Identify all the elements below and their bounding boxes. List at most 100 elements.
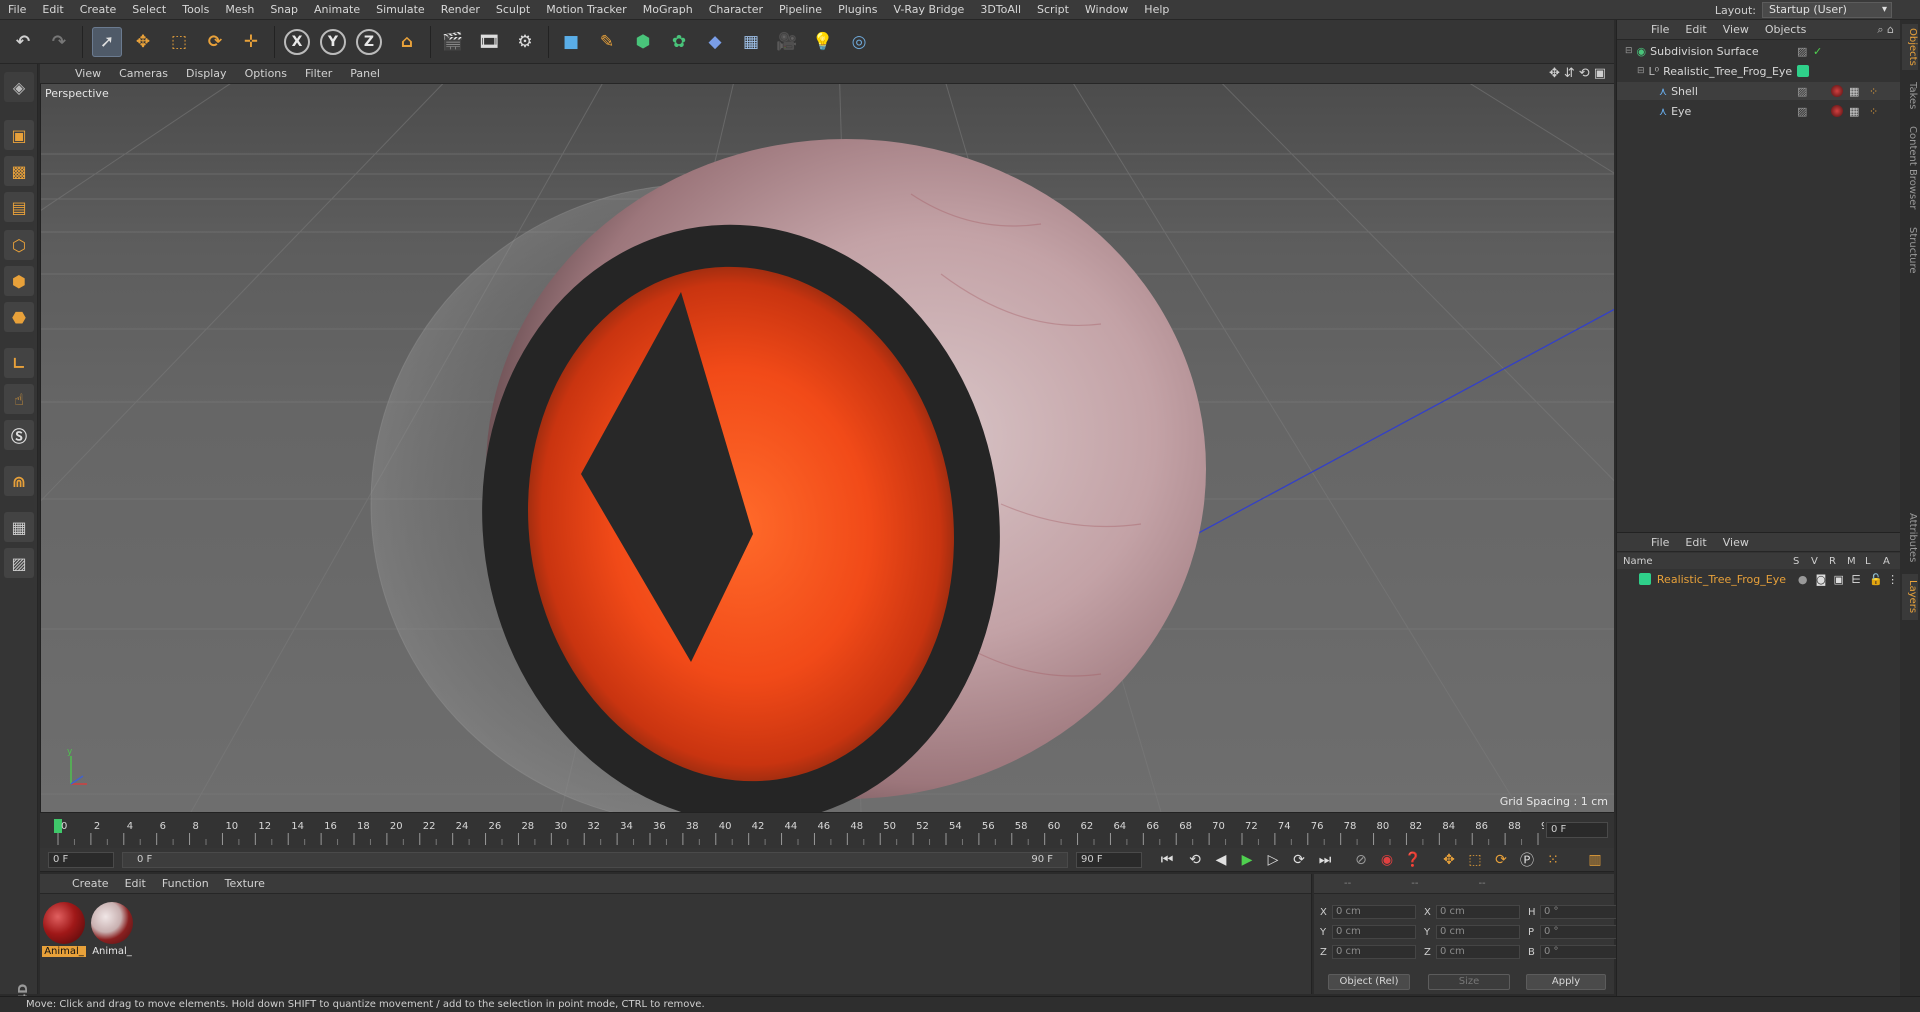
camera-icon[interactable]: 🎥: [772, 27, 802, 57]
timeline-window-icon[interactable]: ▥: [1584, 850, 1606, 870]
texture-mode-icon[interactable]: ▩: [4, 156, 34, 186]
position-x-field[interactable]: 0 cm: [1332, 905, 1416, 919]
tweak-mode-icon[interactable]: ☝: [4, 384, 34, 414]
magnet-icon[interactable]: ⋒: [4, 466, 34, 496]
objects-menu-edit[interactable]: Edit: [1677, 23, 1714, 36]
key-scale-icon[interactable]: ⬚: [1464, 850, 1486, 870]
enabled-check-icon[interactable]: ✓: [1813, 45, 1822, 58]
material-swatch[interactable]: Animal_: [42, 902, 86, 958]
orbit-view-icon[interactable]: ⟲: [1579, 66, 1590, 81]
locked-workplane-icon[interactable]: ▦: [4, 512, 34, 542]
menu-script[interactable]: Script: [1029, 0, 1077, 20]
menu-plugins[interactable]: Plugins: [830, 0, 885, 20]
lock-toggle-icon[interactable]: 🔓: [1869, 573, 1887, 586]
menu-3dtoall[interactable]: 3DToAll: [972, 0, 1029, 20]
pen-spline-icon[interactable]: ✎: [592, 27, 622, 57]
viewport-menu-options[interactable]: Options: [236, 67, 296, 80]
transform-tool-icon[interactable]: ✛: [236, 27, 266, 57]
uvw-tag-icon[interactable]: ▦: [1849, 105, 1859, 118]
toggle-view-icon[interactable]: ▣: [1594, 66, 1606, 81]
size-z-field[interactable]: 0 cm: [1436, 945, 1520, 959]
step-back-icon[interactable]: ◀: [1210, 850, 1232, 870]
deformer-icon[interactable]: ◆: [700, 27, 730, 57]
objects-menu-objects[interactable]: Objects: [1757, 23, 1815, 36]
polygons-mode-icon[interactable]: ⬣: [4, 302, 34, 332]
layer-color-swatch[interactable]: [1639, 573, 1651, 585]
current-frame-field[interactable]: 0 F: [1546, 822, 1608, 838]
object-row-eye[interactable]: ⋏ Eye ▨ ▦ ⁘: [1617, 102, 1901, 120]
tree-toggle-icon[interactable]: ⊟: [1637, 66, 1645, 76]
key-pla-icon[interactable]: ⁙: [1542, 850, 1564, 870]
3d-viewport[interactable]: y Perspective Grid Spacing : 1 cm: [40, 84, 1614, 812]
go-to-start-icon[interactable]: ⏮: [1156, 850, 1178, 870]
layers-menu-edit[interactable]: Edit: [1677, 536, 1714, 549]
tab-structure[interactable]: Structure: [1902, 220, 1918, 280]
menu-edit[interactable]: Edit: [34, 0, 71, 20]
selection-tag-icon[interactable]: ⁘: [1869, 105, 1878, 118]
menu-tools[interactable]: Tools: [174, 0, 217, 20]
next-key-icon[interactable]: ⟳: [1288, 850, 1310, 870]
menu-pipeline[interactable]: Pipeline: [771, 0, 830, 20]
rotation-p-field[interactable]: 0 °: [1540, 925, 1620, 939]
menu-character[interactable]: Character: [701, 0, 771, 20]
material-menu-edit[interactable]: Edit: [117, 877, 154, 890]
tab-takes[interactable]: Takes: [1902, 76, 1918, 116]
material-menu-function[interactable]: Function: [154, 877, 217, 890]
timeline-ruler[interactable]: 0 2 4 6 8 10 12 14 16 18 20 22 24 26 28 30 32 34 36 38 40 42 4…: [40, 812, 1614, 848]
material-tag-icon[interactable]: [1831, 105, 1843, 117]
menu-sculpt[interactable]: Sculpt: [488, 0, 538, 20]
floor-environment-icon[interactable]: ▦: [736, 27, 766, 57]
layers-menu-view[interactable]: View: [1715, 536, 1757, 549]
tree-toggle-icon[interactable]: ⊟: [1625, 46, 1633, 56]
rotation-h-field[interactable]: 0 °: [1540, 905, 1620, 919]
menu-create[interactable]: Create: [72, 0, 125, 20]
rotation-b-field[interactable]: 0 °: [1540, 945, 1620, 959]
material-menu-create[interactable]: Create: [64, 877, 117, 890]
viewport-menu-display[interactable]: Display: [177, 67, 236, 80]
menu-mesh[interactable]: Mesh: [217, 0, 262, 20]
menu-window[interactable]: Window: [1077, 0, 1136, 20]
keyframe-selection-icon[interactable]: ❓: [1402, 850, 1424, 870]
make-editable-icon[interactable]: ◈: [4, 72, 34, 102]
coordinate-system-icon[interactable]: ⌂: [392, 27, 422, 57]
viewport-menu-cameras[interactable]: Cameras: [110, 67, 177, 80]
menu-snap[interactable]: Snap: [262, 0, 306, 20]
redo-icon[interactable]: ↷: [44, 27, 74, 57]
key-parameter-icon[interactable]: Ⓟ: [1516, 850, 1538, 870]
size-x-field[interactable]: 0 cm: [1436, 905, 1520, 919]
start-frame-field[interactable]: 0 F: [48, 852, 114, 868]
previous-key-icon[interactable]: ⟲: [1184, 850, 1206, 870]
search-icon[interactable]: ⌕: [1877, 23, 1883, 36]
objects-menu-view[interactable]: View: [1715, 23, 1757, 36]
move-tool-icon[interactable]: ✥: [128, 27, 158, 57]
layout-dropdown[interactable]: Startup (User): [1762, 2, 1892, 18]
workplane-mode-icon[interactable]: ▤: [4, 192, 34, 222]
z-axis-lock-button[interactable]: Z: [356, 29, 382, 55]
rotate-tool-icon[interactable]: ⟳: [200, 27, 230, 57]
planar-workplane-icon[interactable]: ▨: [4, 548, 34, 578]
uvw-tag-icon[interactable]: ▦: [1849, 85, 1859, 98]
axis-mode-icon[interactable]: ∟: [4, 348, 34, 378]
pan-view-icon[interactable]: ✥: [1549, 66, 1560, 81]
material-swatch[interactable]: Animal_: [90, 902, 134, 958]
view-toggle-icon[interactable]: ◙: [1816, 573, 1834, 586]
layer-color-tag[interactable]: [1797, 65, 1809, 77]
frame-range-slider[interactable]: 0 F 90 F: [122, 852, 1068, 868]
objects-menu-file[interactable]: File: [1643, 23, 1677, 36]
object-row-shell[interactable]: ⋏ Shell ▨ ▦ ⁘: [1617, 82, 1901, 100]
size-mode-dropdown[interactable]: Size: [1428, 974, 1510, 990]
cube-primitive-icon[interactable]: ■: [556, 27, 586, 57]
manager-toggle-icon[interactable]: ⋿: [1851, 573, 1869, 586]
apply-button[interactable]: Apply: [1526, 974, 1606, 990]
menu-simulate[interactable]: Simulate: [368, 0, 433, 20]
menu-animate[interactable]: Animate: [306, 0, 368, 20]
play-icon[interactable]: ▶: [1236, 850, 1258, 870]
array-mograph-icon[interactable]: ✿: [664, 27, 694, 57]
key-position-icon[interactable]: ✥: [1438, 850, 1460, 870]
layer-toggle-icon[interactable]: ▨: [1797, 45, 1807, 58]
autokey-icon[interactable]: ◉: [1376, 850, 1398, 870]
render-picture-viewer-icon[interactable]: 🎞: [474, 27, 504, 57]
end-frame-field[interactable]: 90 F: [1076, 852, 1142, 868]
coordinate-mode-dropdown[interactable]: Object (Rel): [1328, 974, 1410, 990]
menu-vray-bridge[interactable]: V-Ray Bridge: [885, 0, 972, 20]
